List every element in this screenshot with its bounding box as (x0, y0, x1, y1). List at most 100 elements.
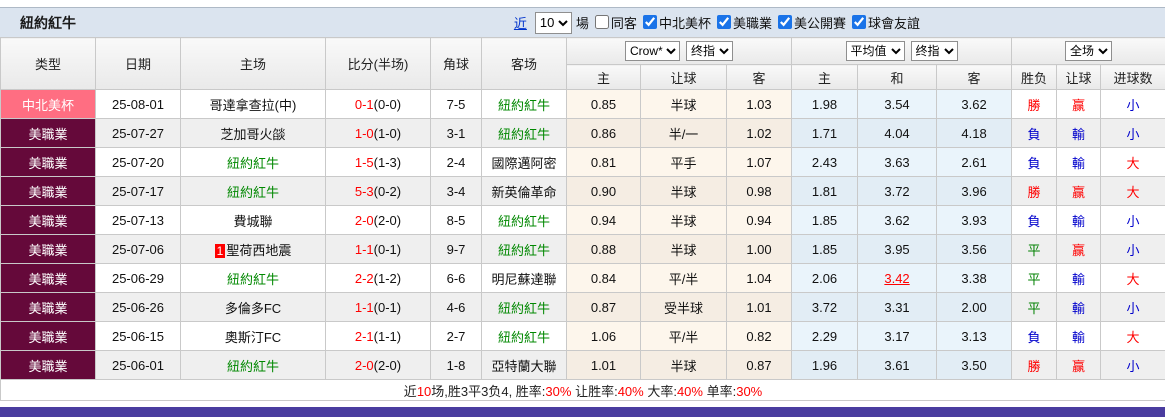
result-goals: 小 (1101, 119, 1165, 148)
handicap-line: 半球 (641, 177, 727, 206)
home-team-name: 費城聯 (233, 214, 272, 229)
home-team-cell: 紐約紅牛 (181, 264, 326, 293)
table-row: 美職業25-07-061聖荷西地震1-1(0-1)9-7紐約紅牛0.88半球1.… (1, 235, 1165, 264)
result-goals: 大 (1101, 177, 1165, 206)
col-header-2: 主场 (181, 38, 326, 90)
result-wdl: 平 (1012, 293, 1057, 322)
avg-home-odds: 1.98 (792, 90, 858, 119)
page-title: 紐約紅牛 (20, 13, 76, 33)
handicap-away-odds: 0.94 (727, 206, 792, 235)
filter-checkbox-3[interactable] (778, 15, 792, 29)
avg-home-odds: 2.06 (792, 264, 858, 293)
avg-away-odds: 2.00 (937, 293, 1012, 322)
result-wdl: 勝 (1012, 177, 1057, 206)
home-team-name: 紐約紅牛 (227, 272, 279, 287)
summary-row: 近10场,胜3平3负4, 胜率:30% 让胜率:40% 大率:40% 单率:30… (1, 380, 1165, 401)
home-team-name: 芝加哥火燄 (220, 127, 285, 142)
table-row: 中北美杯25-08-01哥達拿查拉(中)0-1(0-0)7-5紐約紅牛0.85半… (1, 90, 1165, 119)
avg-home-odds: 2.29 (792, 322, 858, 351)
result-wdl: 勝 (1012, 351, 1057, 380)
filter-checkbox-4[interactable] (852, 15, 866, 29)
away-team-cell: 紐約紅牛 (482, 293, 567, 322)
home-team-name: 聖荷西地震 (226, 243, 291, 258)
home-team-cell: 紐約紅牛 (181, 351, 326, 380)
result-handicap: 輸 (1057, 119, 1101, 148)
result-goals: 大 (1101, 264, 1165, 293)
handicap-home-odds: 0.85 (567, 90, 641, 119)
avg-home-odds: 1.85 (792, 235, 858, 264)
avg-draw-odds: 3.42 (858, 264, 937, 293)
type-cell: 美職業 (1, 148, 96, 177)
result-goals: 小 (1101, 235, 1165, 264)
away-team-name: 紐約紅牛 (498, 301, 550, 316)
corners-cell: 9-7 (431, 235, 482, 264)
match-count-select[interactable]: 10 (535, 12, 572, 34)
type-cell: 美職業 (1, 235, 96, 264)
type-cell: 美職業 (1, 322, 96, 351)
away-team-name: 紐約紅牛 (498, 330, 550, 345)
away-team-name: 國際邁阿密 (491, 156, 556, 171)
filter-label: 美公開賽 (794, 13, 846, 32)
result-handicap: 輸 (1057, 148, 1101, 177)
type-cell: 美職業 (1, 264, 96, 293)
avg-home-odds: 1.71 (792, 119, 858, 148)
corners-cell: 3-1 (431, 119, 482, 148)
away-team-cell: 紐約紅牛 (482, 322, 567, 351)
home-team-name: 多倫多FC (225, 301, 281, 316)
date-cell: 25-08-01 (96, 90, 181, 119)
handicap-home-odds: 0.90 (567, 177, 641, 206)
filter-4: 球會友誼 (852, 13, 920, 32)
filter-label: 美職業 (733, 13, 772, 32)
avg-draw-odds: 3.63 (858, 148, 937, 177)
corners-cell: 2-4 (431, 148, 482, 177)
avg-draw-odds: 3.62 (858, 206, 937, 235)
result-goals: 大 (1101, 322, 1165, 351)
handicap-line: 平/半 (641, 322, 727, 351)
filter-checkbox-2[interactable] (717, 15, 731, 29)
filter-controls: 近 10 場 同客中北美杯美職業美公開賽球會友誼 (514, 12, 920, 34)
handicap-away-odds: 1.03 (727, 90, 792, 119)
summary-segment: 30% (736, 384, 762, 399)
filter-checkbox-1[interactable] (643, 15, 657, 29)
corners-cell: 3-4 (431, 177, 482, 206)
avg-draw-link[interactable]: 3.42 (884, 271, 909, 286)
table-row: 美職業25-07-27芝加哥火燄1-0(1-0)3-1紐約紅牛0.86半/一1.… (1, 119, 1165, 148)
avg-home-odds: 2.43 (792, 148, 858, 177)
fulltime-score: 1-1 (355, 300, 374, 315)
scope-select[interactable]: 全场 (1065, 41, 1112, 61)
date-cell: 25-07-20 (96, 148, 181, 177)
odds2-company-select[interactable]: 平均值 (846, 41, 905, 61)
away-team-cell: 紐約紅牛 (482, 206, 567, 235)
home-team-cell: 多倫多FC (181, 293, 326, 322)
away-team-cell: 紐約紅牛 (482, 119, 567, 148)
avg-home-odds: 1.81 (792, 177, 858, 206)
filter-checkbox-0[interactable] (595, 15, 609, 29)
halftime-score: (0-2) (374, 184, 401, 199)
odds2-type-select[interactable]: 终指 (911, 41, 958, 61)
fulltime-score: 5-3 (355, 184, 374, 199)
score-cell: 1-0(1-0) (326, 119, 431, 148)
away-team-name: 紐約紅牛 (498, 127, 550, 142)
avg-draw-odds: 3.61 (858, 351, 937, 380)
table-row: 美職業25-06-29紐約紅牛2-2(1-2)6-6明尼蘇達聯0.84平/半1.… (1, 264, 1165, 293)
sub-header-2: 客 (727, 65, 792, 90)
handicap-home-odds: 0.94 (567, 206, 641, 235)
avg-away-odds: 3.62 (937, 90, 1012, 119)
summary-segment: 场,胜3平3负4, 胜率: (431, 384, 545, 399)
avg-home-odds: 1.85 (792, 206, 858, 235)
summary-segment: 单率: (703, 384, 736, 399)
table-row: 美職業25-06-26多倫多FC1-1(0-1)4-6紐約紅牛0.87受半球1.… (1, 293, 1165, 322)
score-cell: 1-5(1-3) (326, 148, 431, 177)
avg-draw-odds: 4.04 (858, 119, 937, 148)
type-cell: 美職業 (1, 177, 96, 206)
odds1-type-select[interactable]: 终指 (686, 41, 733, 61)
odds1-company-select[interactable]: Crow* (625, 41, 680, 61)
avg-home-odds: 1.96 (792, 351, 858, 380)
away-team-name: 紐約紅牛 (498, 98, 550, 113)
away-team-cell: 國際邁阿密 (482, 148, 567, 177)
fulltime-score: 1-5 (355, 155, 374, 170)
avg-away-odds: 3.93 (937, 206, 1012, 235)
odds-group-header: 平均值终指 (792, 38, 1012, 65)
summary-segment: 40% (618, 384, 644, 399)
near-link[interactable]: 近 (514, 13, 527, 32)
